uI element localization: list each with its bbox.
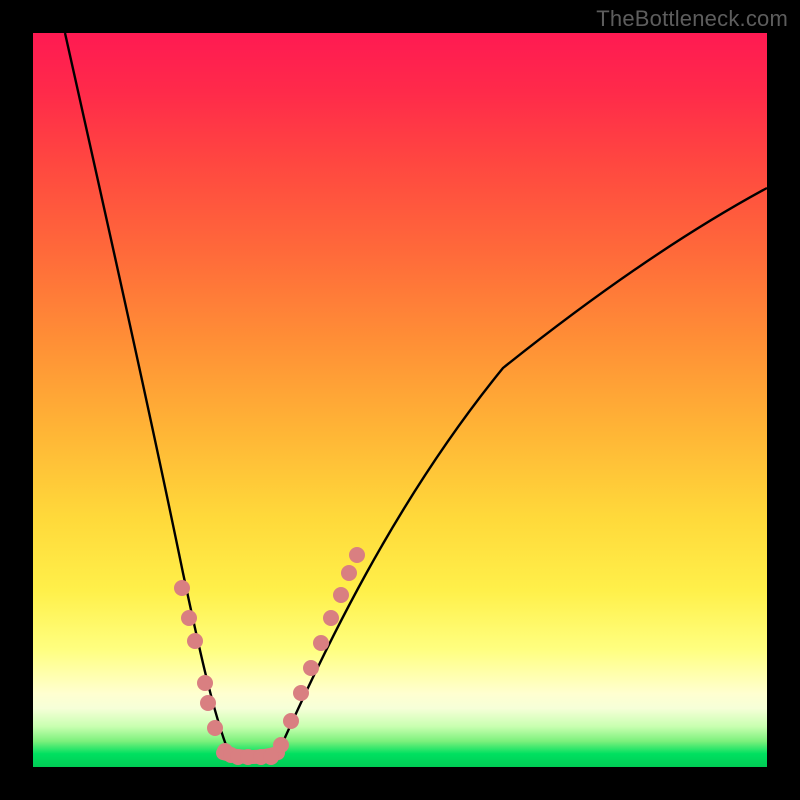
chart-svg xyxy=(33,33,767,767)
curve-left-branch xyxy=(65,33,229,753)
right-markers xyxy=(263,547,365,765)
chart-stage: TheBottleneck.com xyxy=(0,0,800,800)
curve-right-branch xyxy=(278,188,767,753)
watermark-text: TheBottleneck.com xyxy=(596,6,788,32)
left-markers xyxy=(174,580,269,765)
